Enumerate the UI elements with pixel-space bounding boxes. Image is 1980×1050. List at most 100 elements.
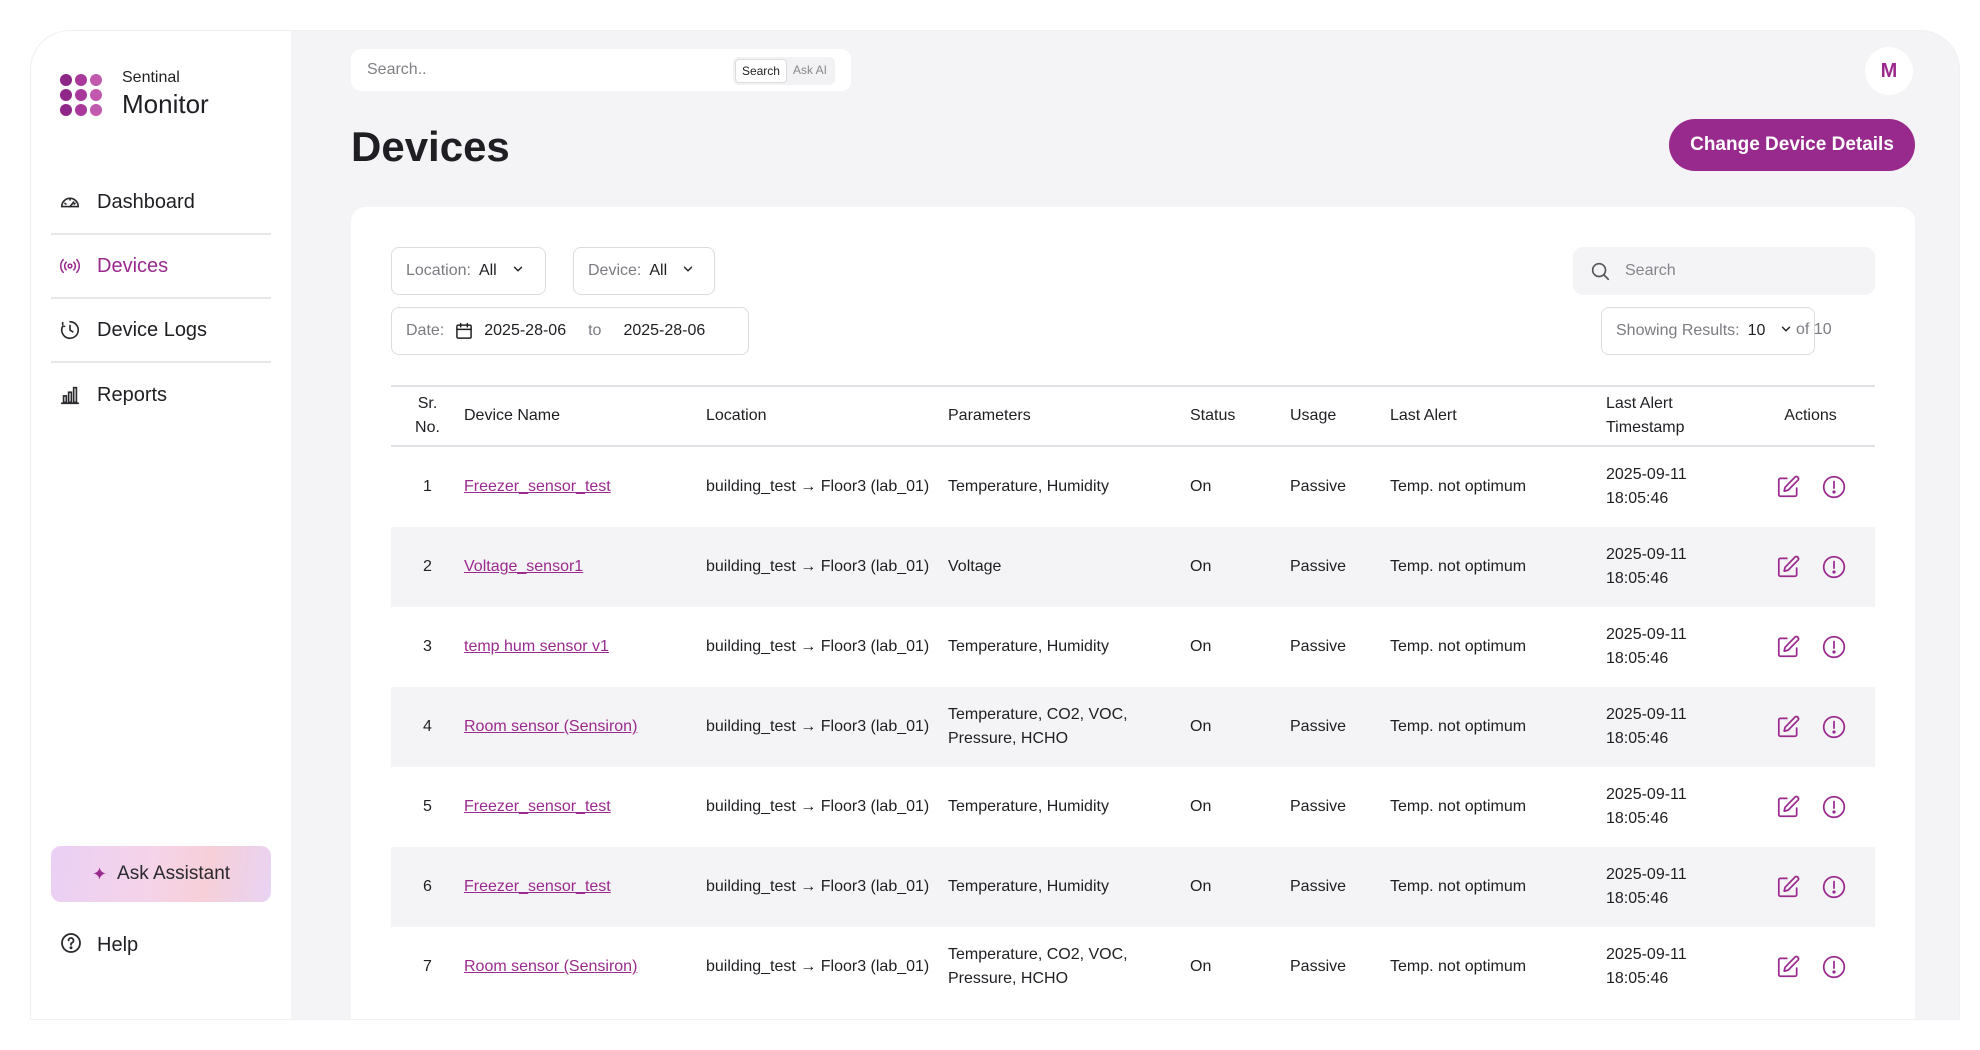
app-frame: Sentinal Monitor Dashboard Devices Devic…	[30, 30, 1960, 1020]
device-name-link[interactable]: Freezer_sensor_test	[464, 798, 611, 815]
table-search	[1573, 247, 1875, 295]
edit-icon[interactable]	[1774, 473, 1802, 501]
cell-usage: Passive	[1290, 638, 1347, 655]
cell-usage: Passive	[1290, 798, 1347, 815]
col-header-last-alert[interactable]: Last Alert	[1390, 404, 1606, 428]
col-header-actions: Actions	[1784, 407, 1837, 424]
col-header-device-name[interactable]: Device Name	[464, 404, 706, 428]
search-mode-button[interactable]: Search	[734, 59, 787, 83]
showing-results-select[interactable]: Showing Results: 10	[1601, 307, 1815, 355]
table-row[interactable]: 2 Voltage_sensor1 building_test → Floor3 (…	[391, 527, 1875, 607]
device-name-link[interactable]: Room sensor (Sensiron)	[464, 958, 637, 975]
global-search-input[interactable]	[367, 61, 727, 79]
edit-icon[interactable]	[1774, 713, 1802, 741]
table-row[interactable]: 7 Room sensor (Sensiron) building_test → F…	[391, 927, 1875, 1007]
col-header-sr-no[interactable]: Sr. No.	[391, 392, 464, 440]
cell-actions	[1746, 473, 1875, 501]
alert-circle-icon[interactable]	[1820, 953, 1848, 981]
cell-location: building_test → Floor3 (lab_01)	[706, 718, 930, 735]
alert-circle-icon[interactable]	[1820, 793, 1848, 821]
help-link[interactable]: Help	[59, 931, 138, 960]
cell-timestamp: 2025-09-11 18:05:46	[1606, 626, 1687, 667]
cell-location: building_test → Floor3 (lab_01)	[706, 638, 930, 655]
col-header-usage[interactable]: Usage	[1290, 404, 1390, 428]
alert-circle-icon[interactable]	[1820, 633, 1848, 661]
cell-last-alert: Temp. not optimum	[1390, 958, 1527, 975]
sidebar-item-reports[interactable]: Reports	[51, 363, 271, 427]
devices-table: Sr. No. Device Name Location Parameters …	[391, 385, 1875, 1007]
brand-logo-dot	[60, 103, 72, 116]
alert-circle-icon[interactable]	[1820, 473, 1848, 501]
device-name-link[interactable]: temp hum sensor v1	[464, 638, 609, 655]
cell-location: building_test → Floor3 (lab_01)	[706, 878, 930, 895]
cell-actions	[1746, 713, 1875, 741]
edit-icon[interactable]	[1774, 873, 1802, 901]
date-range-filter[interactable]: Date: 2025-28-06 to 2025-28-06	[391, 307, 749, 355]
bar-chart-icon	[59, 384, 81, 406]
device-name-link[interactable]: Freezer_sensor_test	[464, 878, 611, 895]
location-filter[interactable]: Location: All	[391, 247, 546, 295]
ask-ai-mode-button[interactable]: Ask AI	[787, 59, 833, 83]
sidebar-item-device-logs[interactable]: Device Logs	[51, 299, 271, 363]
date-from-value[interactable]: 2025-28-06	[484, 322, 566, 340]
calendar-icon	[454, 321, 474, 341]
brand-logo	[60, 73, 102, 116]
table-row[interactable]: 3 temp hum sensor v1 building_test → Floor…	[391, 607, 1875, 687]
edit-icon[interactable]	[1774, 953, 1802, 981]
brand[interactable]: Sentinal Monitor	[60, 69, 209, 120]
showing-results-key: Showing Results:	[1616, 322, 1740, 339]
ask-assistant-button[interactable]: ✦ Ask Assistant	[51, 846, 271, 902]
cell-location: building_test → Floor3 (lab_01)	[706, 478, 930, 495]
sidebar-item-dashboard[interactable]: Dashboard	[51, 171, 271, 235]
col-header-last-alert-timestamp[interactable]: Last Alert Timestamp	[1606, 392, 1746, 440]
col-header-status[interactable]: Status	[1190, 404, 1290, 428]
edit-icon[interactable]	[1774, 553, 1802, 581]
history-icon	[59, 319, 81, 341]
table-row[interactable]: 6 Freezer_sensor_test building_test → Floo…	[391, 847, 1875, 927]
col-header-parameters[interactable]: Parameters	[948, 404, 1190, 428]
cell-actions	[1746, 633, 1875, 661]
cell-parameters: Temperature, Humidity	[948, 478, 1109, 495]
cell-location: building_test → Floor3 (lab_01)	[706, 558, 930, 575]
search-mode-toggle: Search Ask AI	[732, 57, 835, 85]
search-icon	[1589, 260, 1611, 282]
cell-parameters: Temperature, Humidity	[948, 878, 1109, 895]
cell-status: On	[1190, 718, 1212, 735]
cell-parameters: Temperature, Humidity	[948, 638, 1109, 655]
date-separator: to	[588, 322, 602, 339]
col-header-location[interactable]: Location	[706, 404, 948, 428]
cell-sr-no: 2	[423, 558, 432, 575]
avatar[interactable]: M	[1865, 47, 1913, 95]
cell-usage: Passive	[1290, 958, 1347, 975]
device-name-link[interactable]: Voltage_sensor1	[464, 558, 583, 575]
date-to-value[interactable]: 2025-28-06	[623, 322, 705, 340]
device-name-link[interactable]: Freezer_sensor_test	[464, 478, 611, 495]
location-filter-value: All	[478, 262, 497, 279]
sidebar: Sentinal Monitor Dashboard Devices Devic…	[31, 31, 291, 1019]
table-row[interactable]: 5 Freezer_sensor_test building_test → Floo…	[391, 767, 1875, 847]
cell-usage: Passive	[1290, 558, 1347, 575]
sidebar-item-devices[interactable]: Devices	[51, 235, 271, 299]
cell-parameters: Voltage	[948, 558, 1002, 575]
table-row[interactable]: 4 Room sensor (Sensiron) building_test → F…	[391, 687, 1875, 767]
alert-circle-icon[interactable]	[1820, 553, 1848, 581]
cell-location: building_test → Floor3 (lab_01)	[706, 958, 930, 975]
cell-usage: Passive	[1290, 878, 1347, 895]
brand-logo-dot	[90, 88, 102, 101]
cell-last-alert: Temp. not optimum	[1390, 798, 1527, 815]
chevron-down-icon	[511, 262, 525, 281]
alert-circle-icon[interactable]	[1820, 873, 1848, 901]
alert-circle-icon[interactable]	[1820, 713, 1848, 741]
brand-name-large: Monitor	[122, 89, 209, 119]
cell-last-alert: Temp. not optimum	[1390, 878, 1527, 895]
edit-icon[interactable]	[1774, 633, 1802, 661]
device-name-link[interactable]: Room sensor (Sensiron)	[464, 718, 637, 735]
cell-sr-no: 7	[423, 958, 432, 975]
edit-icon[interactable]	[1774, 793, 1802, 821]
table-row[interactable]: 1 Freezer_sensor_test building_test → Floo…	[391, 447, 1875, 527]
table-body: 1 Freezer_sensor_test building_test → Floo…	[391, 447, 1875, 1007]
table-search-input[interactable]	[1625, 262, 1855, 280]
device-filter[interactable]: Device: All	[573, 247, 715, 295]
brand-logo-dot	[60, 88, 72, 101]
change-device-details-button[interactable]: Change Device Details	[1669, 119, 1915, 171]
